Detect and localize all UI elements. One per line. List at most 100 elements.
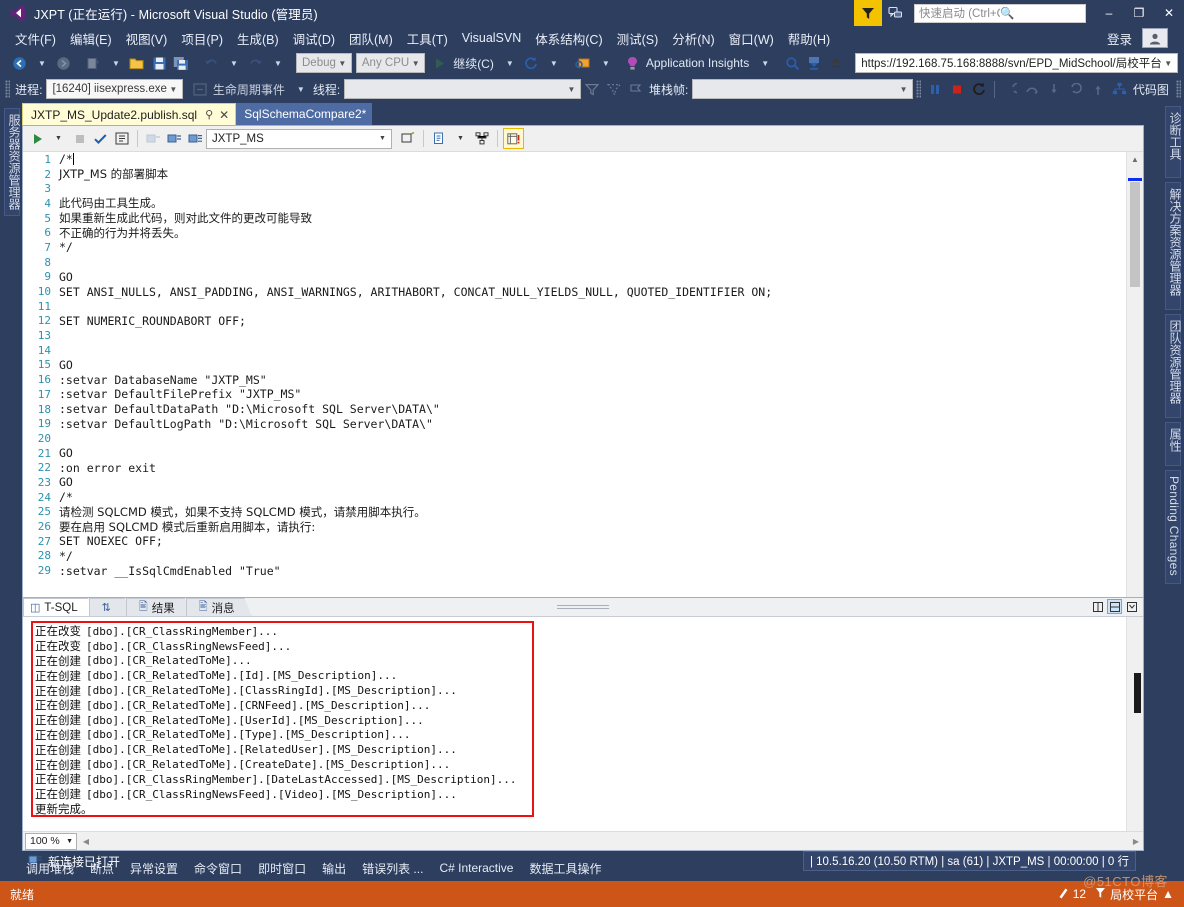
results-scroll-left-arrow[interactable]: ◀ xyxy=(79,837,93,846)
pane-splitter-grip[interactable] xyxy=(557,605,609,609)
code-map-icon[interactable] xyxy=(1109,78,1131,100)
close-icon[interactable]: ✕ xyxy=(219,108,229,122)
thread-combo[interactable]: ▼ xyxy=(344,79,581,99)
maximize-results-icon[interactable] xyxy=(1124,599,1139,614)
flag-icon[interactable] xyxy=(625,78,647,100)
tool-tab-csharp-interactive[interactable]: C# Interactive xyxy=(431,858,521,878)
upload-icon[interactable] xyxy=(825,52,847,74)
new-query-dropdown[interactable]: ▼ xyxy=(450,128,471,149)
solution-platform-combo[interactable]: Any CPU ▼ xyxy=(355,53,426,73)
restart-icon[interactable] xyxy=(520,52,542,74)
lifecycle-events-icon[interactable] xyxy=(189,78,211,100)
menu-analyze[interactable]: 分析(N) xyxy=(665,27,721,50)
parse-check-icon[interactable] xyxy=(90,128,111,149)
close-button[interactable]: ✕ xyxy=(1154,0,1184,26)
connect-icon[interactable] xyxy=(397,128,418,149)
sidebar-item-solution-explorer[interactable]: 解决方案资源管理器 xyxy=(1165,182,1182,310)
code-map-label[interactable]: 代码图 xyxy=(1133,81,1169,98)
menu-project[interactable]: 项目(P) xyxy=(174,27,230,50)
pending-changes-indicator[interactable]: 12 xyxy=(1058,887,1086,902)
tab-messages[interactable]: 🖹 消息 xyxy=(186,598,252,616)
tool-tab-immediate-window[interactable]: 即时窗口 xyxy=(250,857,314,880)
split-horizontal-icon[interactable] xyxy=(1107,599,1122,614)
new-query-icon[interactable] xyxy=(429,128,450,149)
svn-repository-url[interactable]: https://192.168.75.168:8888/svn/EPD_MidS… xyxy=(855,53,1178,73)
menu-build[interactable]: 生成(B) xyxy=(230,27,286,50)
solution-configuration-combo[interactable]: Debug ▼ xyxy=(296,53,352,73)
stackframe-combo[interactable]: ▼ xyxy=(692,79,914,99)
schema-compare-icon[interactable] xyxy=(471,128,492,149)
results-vertical-scrollbar[interactable] xyxy=(1126,617,1143,831)
sidebar-item-team-explorer[interactable]: 团队资源管理器 xyxy=(1165,314,1182,418)
save-icon[interactable] xyxy=(148,52,170,74)
play-icon[interactable] xyxy=(429,52,451,74)
tool-tab-error-list[interactable]: 错误列表 ... xyxy=(354,857,431,880)
menu-architecture[interactable]: 体系结构(C) xyxy=(528,27,609,50)
split-vertical-icon[interactable] xyxy=(1090,599,1105,614)
sidebar-item-properties[interactable]: 属性 xyxy=(1165,422,1182,466)
menu-visualsvn[interactable]: VisualSVN xyxy=(455,29,529,47)
process-combo[interactable]: [16240] iisexpress.exe ▼ xyxy=(46,79,183,99)
tool-tab-data-tools-operations[interactable]: 数据工具操作 xyxy=(521,857,609,880)
execute-dropdown[interactable]: ▼ xyxy=(48,128,69,149)
pause-icon[interactable] xyxy=(924,78,946,100)
database-icon-3[interactable] xyxy=(185,128,206,149)
results-output-body[interactable]: 正在改变 [dbo].[CR_ClassRingMember]... 正在改变 [db… xyxy=(23,617,1143,831)
tool-tab-breakpoints[interactable]: 断点 xyxy=(82,857,122,880)
minimize-button[interactable]: – xyxy=(1094,0,1124,26)
app-insights-dropdown[interactable]: ▼ xyxy=(753,52,775,74)
navigate-back-icon[interactable] xyxy=(8,52,30,74)
tool-tab-exception-settings[interactable]: 异常设置 xyxy=(122,857,186,880)
menu-file[interactable]: 文件(F) xyxy=(8,27,63,50)
sidebar-item-server-explorer[interactable]: 服务器资源管理器 xyxy=(4,108,21,216)
tool-tab-call-stack[interactable]: 调用堆栈 xyxy=(18,857,82,880)
step-into-icon[interactable] xyxy=(1043,78,1065,100)
database-icon-2[interactable] xyxy=(164,128,185,149)
lifecycle-events-label[interactable]: 生命周期事件 xyxy=(213,81,285,98)
menu-tools[interactable]: 工具(T) xyxy=(400,27,455,50)
tab-tsql[interactable]: ◫ T-SQL xyxy=(23,598,95,616)
debug-toolbar-grip-2[interactable] xyxy=(916,80,922,98)
open-file-icon[interactable] xyxy=(126,52,148,74)
scroll-up-arrow[interactable]: ▲ xyxy=(1127,152,1143,166)
lifecycle-dropdown[interactable]: ▼ xyxy=(289,78,311,100)
tab-sql-schema-compare2[interactable]: SqlSchemaCompare2* xyxy=(236,103,373,125)
redo-dropdown[interactable]: ▼ xyxy=(266,52,288,74)
step-back-icon[interactable] xyxy=(999,78,1021,100)
tab-sort[interactable]: ⇅ xyxy=(89,598,132,616)
scroll-thumb[interactable] xyxy=(1130,182,1140,287)
undo-icon[interactable] xyxy=(200,52,222,74)
menu-window[interactable]: 窗口(W) xyxy=(722,27,781,50)
sign-in-link[interactable]: 登录 xyxy=(1107,29,1132,48)
menu-edit[interactable]: 编辑(E) xyxy=(63,27,119,50)
find-in-files-icon[interactable] xyxy=(781,52,803,74)
execute-query-icon[interactable] xyxy=(27,128,48,149)
new-project-dropdown[interactable]: ▼ xyxy=(104,52,126,74)
sidebar-item-pending-changes[interactable]: Pending Changes xyxy=(1165,470,1181,584)
tab-jxtp-ms-update2-publish-sql[interactable]: JXTP_MS_Update2.publish.sql ⚲ ✕ xyxy=(22,103,237,125)
pin-icon[interactable]: ⚲ xyxy=(205,108,213,121)
results-zoom-combo[interactable]: 100 % ▼ xyxy=(25,832,77,850)
debug-toolbar-grip-3[interactable] xyxy=(1175,80,1181,98)
account-icon[interactable] xyxy=(1142,28,1168,48)
step-forward-icon[interactable] xyxy=(1065,78,1087,100)
database-combo[interactable]: JXTP_MS ▼ xyxy=(206,128,392,149)
continue-dropdown[interactable]: ▼ xyxy=(498,52,520,74)
menu-help[interactable]: 帮助(H) xyxy=(781,27,837,50)
tab-results[interactable]: 🖹 结果 xyxy=(126,598,192,616)
download-icon[interactable] xyxy=(803,52,825,74)
new-project-icon[interactable] xyxy=(82,52,104,74)
step-out-icon[interactable] xyxy=(1087,78,1109,100)
results-to-grid-icon[interactable] xyxy=(503,128,524,149)
filter-icon[interactable] xyxy=(581,78,603,100)
filter-clear-icon[interactable] xyxy=(603,78,625,100)
tool-tab-output[interactable]: 输出 xyxy=(314,857,354,880)
results-scroll-thumb[interactable] xyxy=(1134,673,1141,713)
step-over-icon[interactable] xyxy=(1021,78,1043,100)
lightbulb-icon[interactable] xyxy=(622,52,644,74)
restart-dropdown[interactable]: ▼ xyxy=(542,52,564,74)
results-horizontal-scrollbar[interactable]: ◀ ▶ xyxy=(79,832,1143,850)
application-insights-label[interactable]: Application Insights xyxy=(646,56,749,70)
attach-dropdown[interactable]: ▼ xyxy=(594,52,616,74)
attach-to-process-icon[interactable] xyxy=(572,52,594,74)
